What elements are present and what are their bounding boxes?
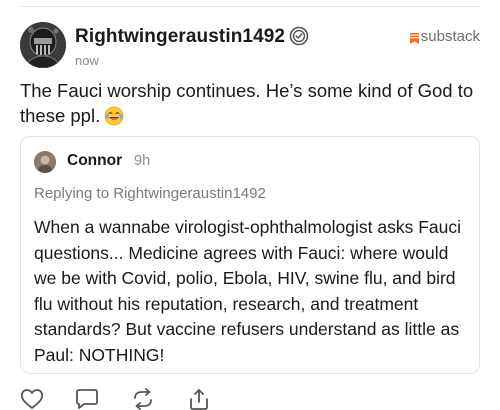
quote-author-name[interactable]: Connor — [67, 152, 122, 170]
source-label: substack — [420, 28, 480, 45]
quote-timestamp: 9h — [134, 153, 151, 169]
laughing-emoji-icon — [104, 106, 124, 126]
post-timestamp: now — [75, 53, 99, 68]
post-card: Rightwingeraustin1492 now substack The F… — [0, 0, 500, 410]
quote-text: When a wannabe virologist-ophthalmologis… — [34, 217, 462, 365]
replying-to-label: Replying to Rightwingeraustin1492 — [34, 185, 266, 202]
author-name[interactable]: Rightwingeraustin1492 — [75, 26, 285, 48]
person-avatar-image — [34, 151, 56, 173]
quote-author-avatar[interactable] — [34, 151, 56, 173]
helmet-avatar-image — [20, 22, 66, 68]
source-link[interactable]: substack — [409, 28, 480, 45]
top-divider — [20, 6, 480, 7]
substack-icon — [409, 31, 419, 44]
quoted-note-card[interactable]: Connor 9h Replying to Rightwingeraustin1… — [20, 136, 480, 374]
post-text: The Fauci worship continues. He’s some k… — [20, 80, 474, 126]
author-avatar[interactable] — [20, 22, 66, 68]
badge-icon — [289, 26, 309, 46]
post-body: The Fauci worship continues. He’s some k… — [20, 78, 482, 128]
